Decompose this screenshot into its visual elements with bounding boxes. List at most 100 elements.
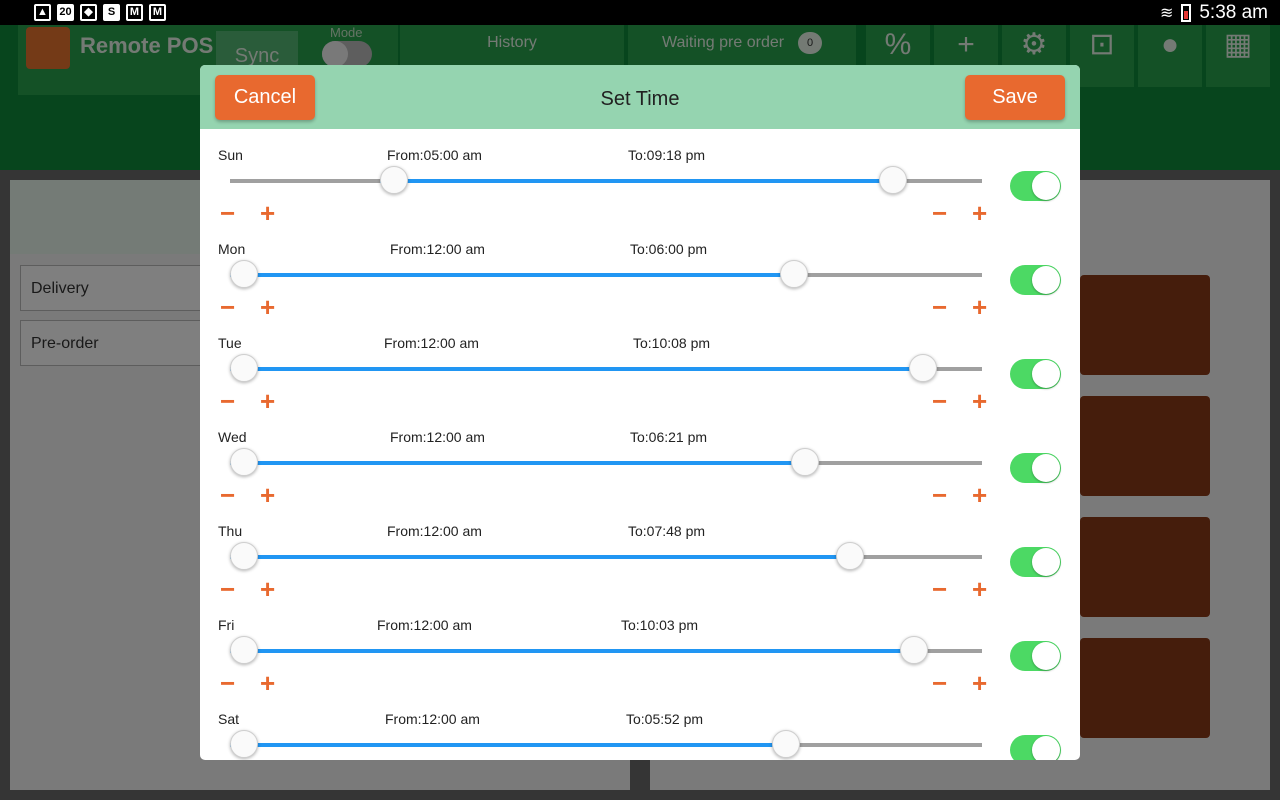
to-time-label: To:06:21 pm: [630, 429, 708, 445]
to-plus-button[interactable]: +: [972, 482, 987, 508]
day-enabled-toggle[interactable]: [1010, 641, 1061, 671]
to-time-label: To:09:18 pm: [628, 147, 706, 163]
to-plus-button[interactable]: +: [972, 670, 987, 696]
status-bar: ▲ 20 ◆ S M M ≋ 5:38 am: [0, 0, 1280, 25]
time-range-slider[interactable]: [230, 555, 982, 559]
time-range-slider[interactable]: [230, 649, 982, 653]
from-plus-button[interactable]: +: [260, 482, 275, 508]
day-row-mon: Mon From:12:00 am To:06:00 pm − + − +: [200, 223, 1080, 320]
to-slider-thumb[interactable]: [836, 542, 865, 570]
from-time-label: From:12:00 am: [385, 711, 480, 727]
from-time-label: From:12:00 am: [390, 241, 485, 257]
to-time-label: To:07:48 pm: [628, 523, 706, 539]
day-row-sat: SatFrom:12:00 amTo:05:52 pm−+−+: [200, 693, 1080, 760]
toggle-knob: [1032, 548, 1060, 576]
day-label: Sun: [218, 147, 243, 163]
time-range-slider[interactable]: [230, 743, 982, 747]
from-plus-button[interactable]: +: [260, 388, 275, 414]
to-slider-thumb[interactable]: [900, 636, 929, 664]
from-time-label: From:12:00 am: [387, 523, 482, 539]
from-minus-button[interactable]: −: [220, 482, 235, 508]
slider-active-range: [230, 367, 924, 371]
day-enabled-toggle[interactable]: [1010, 265, 1061, 295]
day-enabled-toggle[interactable]: [1010, 171, 1061, 201]
notification-icons: ▲ 20 ◆ S M M: [34, 4, 166, 21]
from-time-label: From:05:00 am: [387, 147, 482, 163]
to-minus-button[interactable]: −: [932, 482, 947, 508]
to-minus-button[interactable]: −: [932, 670, 947, 696]
day-enabled-toggle[interactable]: [1010, 359, 1061, 389]
from-minus-button[interactable]: −: [220, 576, 235, 602]
to-slider-thumb[interactable]: [909, 354, 938, 382]
slider-active-range: [230, 555, 851, 559]
from-plus-button[interactable]: +: [260, 294, 275, 320]
from-slider-thumb[interactable]: [379, 166, 408, 194]
toggle-knob: [1032, 454, 1060, 482]
toggle-knob: [1032, 266, 1060, 294]
toggle-knob: [1032, 360, 1060, 388]
to-minus-button[interactable]: −: [932, 200, 947, 226]
time-range-slider[interactable]: [230, 179, 982, 183]
from-slider-thumb[interactable]: [230, 448, 258, 476]
from-time-label: From:12:00 am: [390, 429, 485, 445]
from-slider-thumb[interactable]: [230, 354, 258, 382]
from-minus-button[interactable]: −: [220, 388, 235, 414]
day-label: Fri: [218, 617, 235, 633]
gallery-icon: ▲: [34, 4, 51, 21]
day-row-thu: Thu From:12:00 am To:07:48 pm − + − +: [200, 505, 1080, 602]
to-plus-button[interactable]: +: [972, 388, 987, 414]
slider-active-range: [230, 273, 794, 277]
day-label: Mon: [218, 241, 246, 257]
slider-active-range: [230, 743, 787, 747]
slider-active-range: [379, 179, 893, 183]
to-minus-button[interactable]: −: [932, 294, 947, 320]
day-label: Thu: [218, 523, 243, 539]
to-time-label: To:10:08 pm: [633, 335, 711, 351]
day-label: Wed: [218, 429, 247, 445]
from-plus-button[interactable]: +: [260, 670, 275, 696]
to-slider-thumb[interactable]: [878, 166, 907, 194]
from-plus-button[interactable]: +: [260, 576, 275, 602]
toggle-knob: [1032, 736, 1060, 760]
day-enabled-toggle[interactable]: [1010, 453, 1061, 483]
to-time-label: To:06:00 pm: [630, 241, 708, 257]
to-time-label: To:05:52 pm: [626, 711, 704, 727]
from-slider-thumb[interactable]: [230, 260, 258, 288]
from-minus-button[interactable]: −: [220, 200, 235, 226]
save-button[interactable]: Save: [965, 75, 1065, 120]
to-plus-button[interactable]: +: [972, 200, 987, 226]
dialog-header: Cancel Set Time Save: [200, 65, 1080, 129]
from-time-label: From:12:00 am: [384, 335, 479, 351]
day-enabled-toggle[interactable]: [1010, 547, 1061, 577]
day-schedule-list[interactable]: Sun From:05:00 am To:09:18 pm − + − + Mon From:1…: [200, 129, 1080, 760]
from-slider-thumb[interactable]: [230, 542, 258, 570]
to-slider-thumb[interactable]: [791, 448, 820, 476]
to-plus-button[interactable]: +: [972, 576, 987, 602]
notification-count-icon: 20: [57, 4, 74, 21]
from-time-label: From:12:00 am: [377, 617, 472, 633]
skype-icon: S: [103, 4, 120, 21]
to-slider-thumb[interactable]: [780, 260, 808, 288]
battery-icon: [1181, 4, 1192, 22]
time-range-slider[interactable]: [230, 461, 982, 465]
from-slider-thumb[interactable]: [230, 730, 258, 758]
day-row-sun: Sun From:05:00 am To:09:18 pm − + − +: [200, 129, 1080, 226]
to-minus-button[interactable]: −: [932, 388, 947, 414]
from-slider-thumb[interactable]: [230, 636, 258, 664]
toggle-knob: [1032, 642, 1060, 670]
day-row-fri: Fri From:12:00 am To:10:03 pm − + − +: [200, 599, 1080, 696]
from-minus-button[interactable]: −: [220, 294, 235, 320]
time-range-slider[interactable]: [230, 367, 982, 371]
day-row-tue: Tue From:12:00 am To:10:08 pm − + − +: [200, 317, 1080, 414]
clock: 5:38 am: [1199, 2, 1268, 23]
day-enabled-toggle[interactable]: [1010, 735, 1061, 760]
to-plus-button[interactable]: +: [972, 294, 987, 320]
day-label: Sat: [218, 711, 240, 727]
gmail-icon: M: [126, 4, 143, 21]
to-minus-button[interactable]: −: [932, 576, 947, 602]
time-range-slider[interactable]: [230, 273, 982, 277]
from-minus-button[interactable]: −: [220, 670, 235, 696]
to-slider-thumb[interactable]: [772, 730, 801, 758]
set-time-dialog: Cancel Set Time Save Sun From:05:00 am To:…: [200, 65, 1080, 760]
from-plus-button[interactable]: +: [260, 200, 275, 226]
